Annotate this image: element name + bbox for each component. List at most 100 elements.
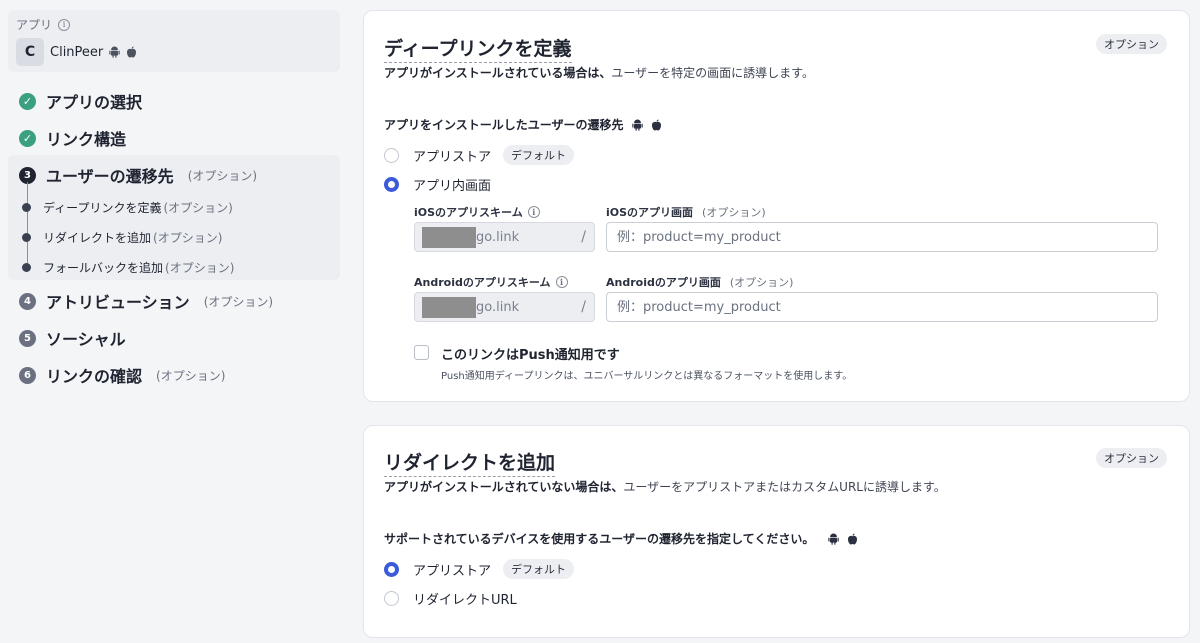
section-label-text: アプリをインストールしたユーザーの遷移先	[384, 118, 624, 132]
substep-add-fallback[interactable]: フォールバックを追加 (オプション)	[22, 259, 234, 276]
substep-define-deeplink[interactable]: ディープリンクを定義 (オプション)	[22, 199, 233, 216]
app-avatar: C	[16, 38, 44, 66]
radio-button[interactable]	[384, 561, 399, 577]
step-label: ユーザーの遷移先	[46, 167, 174, 186]
android-scheme-label-text: Androidのアプリスキーム	[414, 276, 551, 289]
step-label: アトリビューション	[46, 293, 190, 312]
android-screen-label-text: Androidのアプリ画面	[606, 276, 721, 289]
substep-dot	[22, 203, 31, 212]
ios-screen-label-text: iOSのアプリ画面	[606, 206, 694, 219]
radio-app-store[interactable]: アプリストア デフォルト	[384, 559, 575, 579]
step-attribution[interactable]: 4 アトリビューション (オプション)	[19, 289, 273, 313]
optional-badge: オプション	[1096, 448, 1167, 468]
substep-label: フォールバックを追加	[43, 261, 164, 275]
apple-icon	[127, 46, 137, 58]
radio-button[interactable]	[384, 591, 399, 606]
redirect-card: リダイレクトを追加 オプション アプリがインストールされていない場合は、ユーザー…	[363, 425, 1190, 638]
android-icon	[631, 119, 643, 131]
scheme-domain: go.link	[476, 300, 520, 315]
step-optional: (オプション)	[156, 368, 226, 383]
info-icon[interactable]: i	[527, 206, 540, 218]
push-checkbox-label[interactable]: このリンクはPush通知用です	[441, 344, 620, 363]
desc-bold: アプリがインストールされていない場合は、	[384, 480, 624, 494]
step-label: リンク構造	[46, 130, 127, 149]
radio-label: リダイレクトURL	[413, 593, 517, 608]
substep-optional: (オプション)	[165, 261, 235, 275]
app-row: C ClinPeer	[16, 38, 137, 66]
optional-text: (オプション)	[702, 206, 766, 219]
redacted-block	[422, 227, 476, 248]
card-description: アプリがインストールされている場合は、ユーザーを特定の画面に誘導します。	[384, 64, 814, 81]
step-label: アプリの選択	[46, 93, 143, 112]
step-app-select[interactable]: ✓ アプリの選択	[19, 89, 142, 113]
info-icon[interactable]: i	[555, 276, 568, 288]
step-link-structure[interactable]: ✓ リンク構造	[19, 126, 126, 150]
radio-app-store[interactable]: アプリストア デフォルト	[384, 145, 575, 165]
radio-label: アプリストア	[413, 563, 492, 579]
step-label: リンクの確認	[46, 367, 143, 386]
sidebar: アプリ i C ClinPeer ✓ アプリの選択 ✓ リンク構造 3 ユーザー…	[0, 0, 350, 643]
default-tag: デフォルト	[503, 145, 575, 165]
step-number: 3	[19, 166, 36, 184]
info-icon[interactable]: i	[58, 18, 71, 31]
apple-icon	[651, 119, 661, 130]
step-label: ソーシャル	[46, 330, 126, 349]
android-screen-label: Androidのアプリ画面 (オプション)	[606, 274, 793, 290]
apple-icon	[848, 533, 858, 544]
redacted-block	[422, 297, 476, 318]
ios-scheme-field[interactable]: go.link /	[414, 222, 595, 252]
substep-optional: (オプション)	[163, 201, 233, 215]
substep-connector	[27, 182, 28, 266]
radio-button[interactable]	[384, 177, 399, 192]
app-selector[interactable]: アプリ i C ClinPeer	[8, 10, 340, 72]
android-icon	[109, 46, 120, 58]
substep-label: ディープリンクを定義	[43, 201, 162, 215]
scheme-domain: go.link	[476, 230, 520, 245]
radio-label: アプリ内画面	[413, 179, 492, 194]
path-slash: /	[581, 229, 586, 245]
push-checkbox[interactable]	[414, 345, 429, 360]
check-icon: ✓	[19, 129, 36, 147]
check-icon: ✓	[19, 92, 36, 110]
radio-button[interactable]	[384, 147, 399, 163]
path-slash: /	[581, 299, 586, 315]
step-number: 6	[19, 366, 36, 384]
substep-optional: (オプション)	[153, 231, 223, 245]
radio-redirect-url[interactable]: リダイレクトURL	[384, 589, 517, 608]
app-label: アプリ	[16, 18, 53, 32]
substep-label: リダイレクトを追加	[43, 231, 152, 245]
section-label-text: サポートされているデバイスを使用するユーザーの遷移先を指定してください。	[384, 532, 815, 546]
step-social[interactable]: 5 ソーシャル	[19, 326, 126, 350]
ios-screen-label: iOSのアプリ画面 (オプション)	[606, 204, 766, 220]
desc-rest: ユーザーを特定の画面に誘導します。	[611, 66, 814, 80]
step-user-destination[interactable]: 3 ユーザーの遷移先 (オプション)	[19, 163, 257, 187]
step-number: 5	[19, 329, 36, 347]
desc-bold: アプリがインストールされている場合は、	[384, 66, 612, 80]
default-tag: デフォルト	[503, 559, 575, 579]
deeplink-card: ディープリンクを定義 オプション アプリがインストールされている場合は、ユーザー…	[363, 10, 1190, 402]
ios-screen-input[interactable]	[606, 222, 1158, 252]
desc-rest: ユーザーをアプリストアまたはカスタムURLに誘導します。	[623, 480, 946, 494]
android-screen-input[interactable]	[606, 292, 1158, 322]
substep-dot	[22, 263, 31, 272]
radio-in-app-screen[interactable]: アプリ内画面	[384, 175, 491, 194]
ios-scheme-label-text: iOSのアプリスキーム	[414, 206, 523, 219]
card-description: アプリがインストールされていない場合は、ユーザーをアプリストアまたはカスタムUR…	[384, 478, 946, 495]
step-number: 4	[19, 292, 36, 310]
step-optional: (オプション)	[187, 168, 258, 183]
substep-add-redirect[interactable]: リダイレクトを追加 (オプション)	[22, 229, 222, 246]
optional-text: (オプション)	[729, 276, 794, 289]
android-scheme-label: Androidのアプリスキーム i	[414, 274, 568, 290]
app-label-row: アプリ i	[16, 16, 71, 33]
ios-scheme-label: iOSのアプリスキーム i	[414, 204, 540, 220]
android-scheme-field[interactable]: go.link /	[414, 292, 595, 322]
section-label: アプリをインストールしたユーザーの遷移先	[384, 116, 662, 133]
card-title: リダイレクトを追加	[384, 448, 556, 477]
step-link-review[interactable]: 6 リンクの確認 (オプション)	[19, 363, 225, 387]
push-help-text: Push通知用ディープリンクは、ユニバーサルリンクとは異なるフォーマットを使用し…	[441, 371, 853, 382]
optional-badge: オプション	[1096, 34, 1167, 54]
step-optional: (オプション)	[203, 294, 274, 309]
section-label: サポートされているデバイスを使用するユーザーの遷移先を指定してください。	[384, 530, 858, 547]
app-name: ClinPeer	[50, 44, 104, 60]
android-icon	[828, 533, 840, 545]
